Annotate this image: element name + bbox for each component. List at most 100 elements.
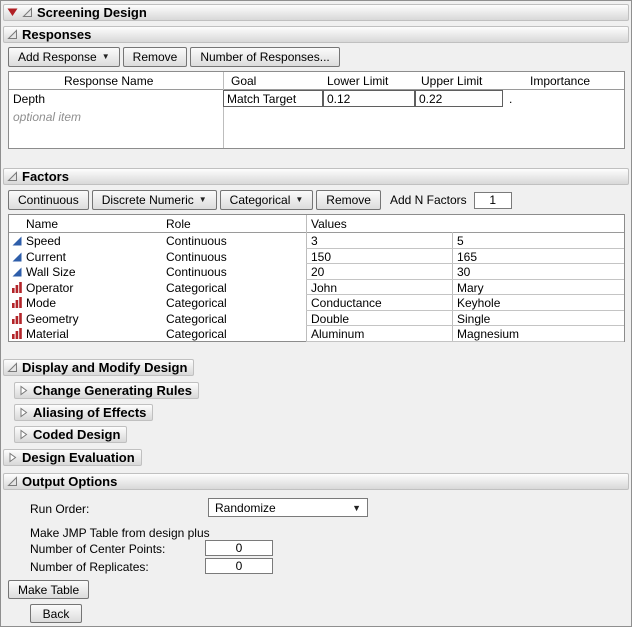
replicates-input[interactable] bbox=[205, 558, 273, 574]
disclosure-open-icon[interactable] bbox=[7, 362, 18, 373]
factor-value-2[interactable]: 5 bbox=[452, 233, 624, 249]
outline-header-factors[interactable]: Factors bbox=[3, 168, 629, 185]
continuous-button[interactable]: Continuous bbox=[8, 190, 89, 210]
factor-value-2[interactable]: 30 bbox=[452, 264, 624, 280]
factor-role[interactable]: Categorical bbox=[166, 312, 227, 326]
factor-role[interactable]: Continuous bbox=[166, 234, 227, 248]
factor-value-1[interactable]: Double bbox=[306, 311, 452, 327]
disclosure-closed-icon[interactable] bbox=[18, 385, 29, 396]
factor-name[interactable]: Speed bbox=[26, 234, 61, 248]
design-evaluation-title: Design Evaluation bbox=[22, 450, 135, 465]
display-modify-title: Display and Modify Design bbox=[22, 360, 187, 375]
factor-value-2[interactable]: 165 bbox=[452, 249, 624, 265]
add-response-label: Add Response bbox=[18, 50, 97, 64]
col-lower-limit: Lower Limit bbox=[327, 74, 388, 88]
remove-factor-label: Remove bbox=[326, 193, 371, 207]
col-name: Name bbox=[26, 217, 58, 231]
outline-header-design-evaluation[interactable]: Design Evaluation bbox=[3, 449, 142, 466]
make-table-button[interactable]: Make Table bbox=[8, 580, 89, 599]
factor-role[interactable]: Categorical bbox=[166, 327, 227, 341]
back-label: Back bbox=[43, 607, 70, 621]
add-n-factors-input[interactable] bbox=[474, 192, 512, 209]
factor-role[interactable]: Categorical bbox=[166, 281, 227, 295]
outline-header-screening-design[interactable]: Screening Design bbox=[3, 4, 629, 21]
factor-value-1[interactable]: Aluminum bbox=[306, 326, 452, 342]
factor-value-1[interactable]: 3 bbox=[306, 233, 452, 249]
categorical-button[interactable]: Categorical ▼ bbox=[220, 190, 314, 210]
factor-row[interactable]: Speed Continuous 3 5 bbox=[9, 233, 624, 249]
col-goal: Goal bbox=[231, 74, 256, 88]
discrete-numeric-label: Discrete Numeric bbox=[102, 193, 194, 207]
responses-toolbar: Add Response ▼ Remove Number of Response… bbox=[8, 47, 340, 67]
factor-row[interactable]: Current Continuous 150 165 bbox=[9, 249, 624, 265]
chevron-down-icon: ▼ bbox=[199, 196, 207, 204]
factor-name[interactable]: Mode bbox=[26, 296, 56, 310]
outline-header-output-options[interactable]: Output Options bbox=[3, 473, 629, 490]
remove-response-button[interactable]: Remove bbox=[123, 47, 188, 67]
add-response-button[interactable]: Add Response ▼ bbox=[8, 47, 120, 67]
factor-row[interactable]: Geometry Categorical Double Single bbox=[9, 311, 624, 327]
factor-value-1[interactable]: Conductance bbox=[306, 295, 452, 311]
responses-title: Responses bbox=[22, 27, 91, 42]
factor-name[interactable]: Wall Size bbox=[26, 265, 76, 279]
continuous-icon bbox=[12, 251, 22, 265]
col-response-name: Response Name bbox=[64, 74, 153, 88]
factor-value-1[interactable]: 20 bbox=[306, 264, 452, 280]
factor-row[interactable]: Mode Categorical Conductance Keyhole bbox=[9, 295, 624, 311]
factor-value-2[interactable]: Magnesium bbox=[452, 326, 624, 342]
make-from-design-text: Make JMP Table from design plus bbox=[30, 526, 210, 540]
output-options-title: Output Options bbox=[22, 474, 117, 489]
disclosure-closed-icon[interactable] bbox=[18, 407, 29, 418]
back-button[interactable]: Back bbox=[30, 604, 82, 623]
disclosure-open-icon[interactable] bbox=[22, 7, 33, 18]
upper-limit-cell[interactable]: 0.22 bbox=[415, 90, 503, 107]
goal-cell[interactable]: Match Target bbox=[223, 90, 323, 107]
factor-row[interactable]: Operator Categorical John Mary bbox=[9, 280, 624, 296]
factor-role[interactable]: Continuous bbox=[166, 265, 227, 279]
col-importance: Importance bbox=[530, 74, 590, 88]
run-order-select[interactable]: Randomize ▼ bbox=[208, 498, 368, 517]
number-of-responses-button[interactable]: Number of Responses... bbox=[190, 47, 339, 67]
red-triangle-menu-icon[interactable] bbox=[7, 8, 18, 17]
outline-header-responses[interactable]: Responses bbox=[3, 26, 629, 43]
factor-name[interactable]: Current bbox=[26, 250, 66, 264]
disclosure-open-icon[interactable] bbox=[7, 171, 18, 182]
factor-role[interactable]: Categorical bbox=[166, 296, 227, 310]
factor-value-2[interactable]: Mary bbox=[452, 280, 624, 296]
discrete-numeric-button[interactable]: Discrete Numeric ▼ bbox=[92, 190, 217, 210]
run-order-label: Run Order: bbox=[30, 502, 89, 516]
factor-value-1[interactable]: 150 bbox=[306, 249, 452, 265]
make-table-label: Make Table bbox=[18, 583, 79, 597]
disclosure-closed-icon[interactable] bbox=[7, 452, 18, 463]
factor-row[interactable]: Wall Size Continuous 20 30 bbox=[9, 264, 624, 280]
factor-value-2[interactable]: Single bbox=[452, 311, 624, 327]
factor-name[interactable]: Material bbox=[26, 327, 69, 341]
optional-item-row[interactable]: optional item bbox=[13, 110, 81, 124]
outline-header-aliasing[interactable]: Aliasing of Effects bbox=[14, 404, 153, 421]
remove-factor-button[interactable]: Remove bbox=[316, 190, 381, 210]
categorical-label: Categorical bbox=[230, 193, 291, 207]
outline-header-coded-design[interactable]: Coded Design bbox=[14, 426, 127, 443]
factor-name[interactable]: Geometry bbox=[26, 312, 79, 326]
disclosure-open-icon[interactable] bbox=[7, 29, 18, 40]
continuous-icon bbox=[12, 235, 22, 249]
add-n-factors-label: Add N Factors bbox=[390, 193, 467, 207]
replicates-label: Number of Replicates: bbox=[30, 560, 149, 574]
coded-design-title: Coded Design bbox=[33, 427, 120, 442]
disclosure-open-icon[interactable] bbox=[7, 476, 18, 487]
categorical-icon bbox=[12, 297, 22, 311]
run-order-value: Randomize bbox=[215, 501, 276, 515]
lower-limit-cell[interactable]: 0.12 bbox=[323, 90, 415, 107]
factor-name[interactable]: Operator bbox=[26, 281, 73, 295]
factor-row[interactable]: Material Categorical Aluminum Magnesium bbox=[9, 326, 624, 342]
factor-role[interactable]: Continuous bbox=[166, 250, 227, 264]
factor-value-1[interactable]: John bbox=[306, 280, 452, 296]
chevron-down-icon: ▼ bbox=[295, 196, 303, 204]
center-points-input[interactable] bbox=[205, 540, 273, 556]
response-name-cell[interactable]: Depth bbox=[13, 92, 45, 106]
importance-cell[interactable]: . bbox=[509, 92, 512, 106]
factor-value-2[interactable]: Keyhole bbox=[452, 295, 624, 311]
outline-header-change-rules[interactable]: Change Generating Rules bbox=[14, 382, 199, 399]
outline-header-display-modify[interactable]: Display and Modify Design bbox=[3, 359, 194, 376]
disclosure-closed-icon[interactable] bbox=[18, 429, 29, 440]
